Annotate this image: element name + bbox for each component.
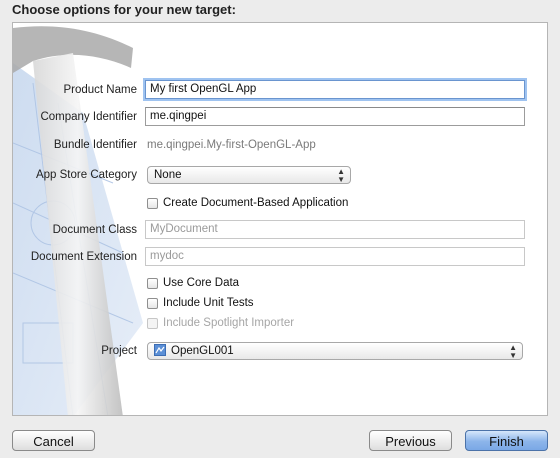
company-identifier-row: Company Identifier [13,107,137,127]
product-name-row: Product Name [13,80,137,100]
app-store-category-popup[interactable]: None ▲ ▼ [147,166,351,184]
product-name-label: Product Name [63,84,137,96]
document-class-field[interactable]: MyDocument [145,220,525,239]
document-class-row: Document Class [13,220,137,240]
project-row: Project [13,341,137,361]
document-based-label: Create Document-Based Application [163,197,349,209]
include-unit-tests-label: Include Unit Tests [163,297,254,309]
company-identifier-label: Company Identifier [40,111,137,123]
include-spotlight-importer-label: Include Spotlight Importer [163,317,295,329]
project-label: Project [101,345,137,357]
xcode-project-icon [154,344,166,356]
checkbox-box[interactable] [147,197,158,209]
bundle-identifier-value: me.qingpei.My-first-OpenGL-App [147,139,316,151]
checkbox-box[interactable] [147,277,158,289]
document-class-label: Document Class [52,224,137,236]
use-core-data-label: Use Core Data [163,277,240,289]
company-identifier-field[interactable]: me.qingpei [145,107,525,126]
popup-arrows-icon: ▲ ▼ [337,167,345,184]
document-extension-label: Document Extension [30,251,137,263]
dialog-title: Choose options for your new target: [12,2,236,17]
cancel-button[interactable]: Cancel [12,430,95,451]
bundle-identifier-row: Bundle Identifier [13,135,137,155]
project-value: OpenGL001 [171,345,234,357]
previous-button[interactable]: Previous [369,430,452,451]
finish-button[interactable]: Finish [465,430,548,451]
document-extension-field[interactable]: mydoc [145,247,525,266]
product-name-field[interactable]: My first OpenGL App [145,80,525,99]
popup-arrows-icon: ▲ ▼ [509,343,517,360]
app-store-category-label: App Store Category [35,169,137,181]
include-spotlight-importer-checkbox: Include Spotlight Importer [147,315,294,331]
app-store-category-value: None [154,169,182,181]
bundle-identifier-label: Bundle Identifier [53,139,137,151]
checkbox-box [147,317,158,329]
checkbox-box[interactable] [147,297,158,309]
use-core-data-checkbox[interactable]: Use Core Data [147,275,239,291]
options-panel: Product Name My first OpenGL App Company… [12,22,548,416]
document-based-checkbox[interactable]: Create Document-Based Application [147,195,348,211]
app-store-category-row: App Store Category [13,165,137,185]
document-extension-row: Document Extension [13,247,137,267]
project-popup[interactable]: OpenGL001 ▲ ▼ [147,342,523,360]
include-unit-tests-checkbox[interactable]: Include Unit Tests [147,295,254,311]
